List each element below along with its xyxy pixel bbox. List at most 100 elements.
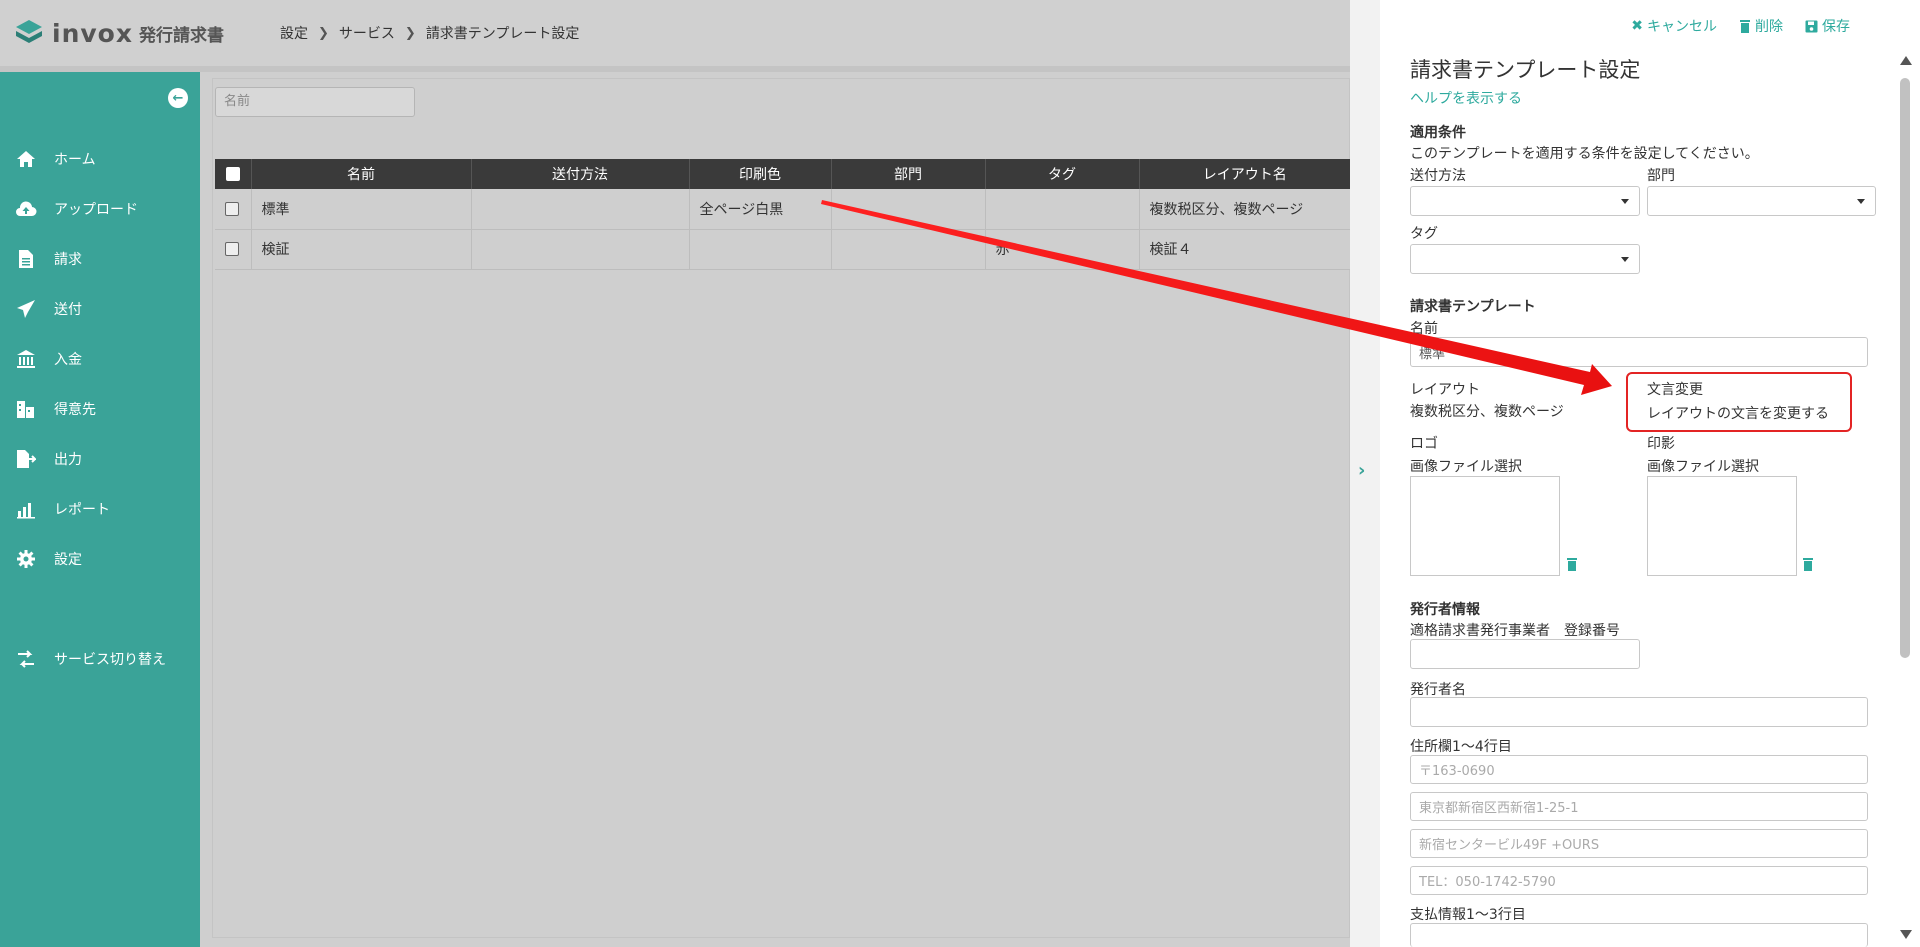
sidebar-item-label: 得意先 [54, 402, 96, 418]
select-all-cell[interactable] [215, 159, 252, 189]
main-content: 名前 名前 送付方法 印刷色 部門 タグ レイアウト名 標準 全ページ白黒 複数… [200, 72, 1351, 947]
file-export-icon [14, 448, 38, 470]
tag-label: タグ [1410, 226, 1438, 242]
address-line-3-input[interactable]: 新宿センタービル49F +OURS [1410, 829, 1868, 858]
row-select-cell[interactable] [215, 229, 252, 270]
sidebar: ← ホーム アップロード 請求 送付 入金 得意先 出力 レポート 設定 サービ… [0, 72, 200, 947]
scroll-up-arrow-icon[interactable] [1900, 56, 1912, 65]
sidebar-item-upload[interactable]: アップロード [0, 184, 200, 234]
row-select-cell[interactable] [215, 189, 252, 230]
table-cell: 標準 [251, 189, 472, 230]
scroll-thumb[interactable] [1900, 78, 1910, 658]
column-header[interactable]: 名前 [251, 159, 472, 189]
address-label: 住所欄1〜4行目 [1410, 739, 1512, 755]
send-method-select[interactable] [1410, 186, 1640, 216]
floppy-disk-icon [1805, 20, 1818, 32]
department-select[interactable] [1647, 186, 1876, 216]
chevron-right-icon[interactable]: › [1358, 460, 1365, 481]
payment-info-input[interactable] [1410, 923, 1868, 947]
name-label: 名前 [1410, 321, 1438, 337]
building-icon [14, 398, 38, 420]
address-line-4-input[interactable]: TEL：050-1742-5790 [1410, 866, 1868, 895]
logo-file-link[interactable]: 画像ファイル選択 [1410, 456, 1522, 476]
highlight-box [1626, 372, 1852, 432]
address-line-2-input[interactable]: 東京都新宿区西新宿1-25-1 [1410, 792, 1868, 821]
help-link[interactable]: ヘルプを表示する [1410, 88, 1522, 108]
column-header[interactable]: タグ [985, 159, 1140, 189]
sidebar-item-send[interactable]: 送付 [0, 284, 200, 334]
vertical-scrollbar[interactable] [1898, 52, 1912, 947]
cancel-label: キャンセル [1647, 19, 1717, 35]
select-all-checkbox[interactable] [225, 167, 240, 181]
seal-file-link[interactable]: 画像ファイル選択 [1647, 456, 1759, 476]
sidebar-item-payment[interactable]: 入金 [0, 334, 200, 384]
sidebar-item-label: 送付 [54, 302, 82, 318]
dropdown-caret-icon [1621, 199, 1629, 204]
template-table: 名前 送付方法 印刷色 部門 タグ レイアウト名 標準 全ページ白黒 複数税区分… [215, 159, 1351, 270]
row-checkbox[interactable] [225, 242, 239, 256]
send-method-label: 送付方法 [1410, 168, 1466, 184]
paper-plane-icon [14, 298, 38, 320]
table-cell: 検証４ [1139, 229, 1351, 270]
table-cell: 全ページ白黒 [689, 189, 832, 230]
table-row[interactable]: 検証 赤 検証４ [215, 229, 1351, 270]
table-cell: 検証 [251, 229, 472, 270]
trash-icon[interactable] [1802, 557, 1814, 571]
page-title: 請求書テンプレート設定 [1410, 58, 1641, 82]
document-icon [14, 248, 38, 270]
name-filter-input[interactable]: 名前 [215, 87, 415, 117]
issuer-name-input[interactable] [1410, 697, 1868, 727]
template-settings-form: ✖ キャンセル 削除 保存 請求書テンプレート設定 ヘルプを表示する 適用条件 こ… [1410, 0, 1880, 947]
logo-label: ロゴ [1410, 436, 1438, 452]
table-cell: 複数税区分、複数ページ [1139, 189, 1351, 230]
chevron-right-icon: ❯ [404, 25, 416, 41]
address-line-1-input[interactable]: 〒163-0690 [1410, 755, 1868, 784]
sidebar-item-invoice[interactable]: 請求 [0, 234, 200, 284]
drawer-toolbar: ✖ キャンセル 削除 保存 [1631, 16, 1850, 36]
column-header[interactable]: レイアウト名 [1139, 159, 1351, 189]
sidebar-item-label: 入金 [54, 352, 82, 368]
app-logo[interactable]: invox 発行請求書 [14, 18, 280, 48]
table-row[interactable]: 標準 全ページ白黒 複数税区分、複数ページ [215, 189, 1351, 230]
table-cell [985, 189, 1140, 230]
sidebar-item-export[interactable]: 出力 [0, 434, 200, 484]
save-button[interactable]: 保存 [1805, 16, 1850, 36]
seal-preview [1647, 476, 1797, 576]
sidebar-item-report[interactable]: レポート [0, 484, 200, 534]
sidebar-item-label: 請求 [54, 252, 82, 268]
breadcrumb-item[interactable]: 設定 [280, 23, 308, 43]
tag-select[interactable] [1410, 244, 1640, 274]
breadcrumb-item[interactable]: サービス [339, 23, 395, 43]
collapse-sidebar-icon[interactable]: ← [168, 88, 188, 108]
save-label: 保存 [1822, 19, 1850, 35]
table-cell [831, 189, 986, 230]
row-checkbox[interactable] [225, 201, 239, 216]
sidebar-item-switch-service[interactable]: サービス切り替え [0, 634, 200, 684]
logo-icon [16, 20, 42, 43]
sidebar-item-label: 設定 [54, 552, 82, 568]
switch-icon [14, 648, 38, 670]
column-header[interactable]: 印刷色 [689, 159, 832, 189]
layout-link[interactable]: 複数税区分、複数ページ [1410, 401, 1564, 421]
trash-icon[interactable] [1566, 557, 1578, 571]
issuer-heading: 発行者情報 [1410, 602, 1480, 618]
registration-number-label: 適格請求書発行事業者 登録番号 [1410, 623, 1620, 639]
department-label: 部門 [1647, 168, 1675, 184]
column-header[interactable]: 部門 [831, 159, 986, 189]
table-cell [471, 189, 690, 230]
template-list-panel: 名前 名前 送付方法 印刷色 部門 タグ レイアウト名 標準 全ページ白黒 複数… [212, 78, 1351, 938]
column-header[interactable]: 送付方法 [471, 159, 690, 189]
seal-label: 印影 [1647, 436, 1675, 452]
sidebar-item-label: レポート [54, 502, 110, 518]
delete-button[interactable]: 削除 [1739, 16, 1783, 36]
table-cell [831, 229, 986, 270]
sidebar-item-home[interactable]: ホーム [0, 134, 200, 184]
registration-number-input[interactable] [1410, 639, 1640, 669]
template-name-input[interactable]: 標準 [1410, 337, 1868, 367]
scroll-down-arrow-icon[interactable] [1900, 930, 1912, 939]
cancel-button[interactable]: ✖ キャンセル [1631, 16, 1717, 36]
table-header-row: 名前 送付方法 印刷色 部門 タグ レイアウト名 [215, 159, 1351, 189]
sidebar-item-settings[interactable]: 設定 [0, 534, 200, 584]
dropdown-caret-icon [1621, 257, 1629, 262]
sidebar-item-customers[interactable]: 得意先 [0, 384, 200, 434]
